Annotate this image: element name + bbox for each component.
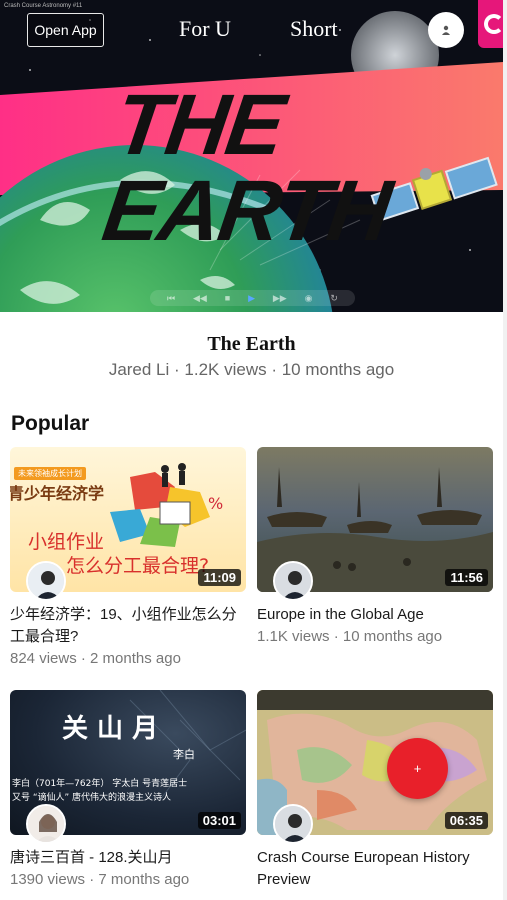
- video-card-meta: 1390 views · 7 months ago: [10, 871, 190, 888]
- video-card-title[interactable]: Crash Course European History Preview: [257, 847, 493, 891]
- author-avatar[interactable]: [26, 804, 66, 844]
- volume-icon[interactable]: ◉: [305, 293, 313, 304]
- video-duration: 06:35: [444, 812, 488, 829]
- author-avatar[interactable]: [273, 804, 313, 844]
- person-avatar-icon: [28, 563, 64, 599]
- top-navigation: Open App For U Short: [0, 0, 503, 60]
- tab-short[interactable]: Short: [290, 16, 338, 42]
- tab-for-u[interactable]: For U: [179, 16, 231, 42]
- video-duration: 11:56: [445, 569, 488, 586]
- thumbnail-heading: 青少年经济学: [10, 484, 105, 503]
- forward-icon[interactable]: ▶▶: [273, 293, 287, 304]
- stop-icon[interactable]: ■: [225, 293, 230, 303]
- video-card-meta: 1.1K views · 10 months ago: [257, 628, 443, 645]
- person-avatar-icon: [28, 806, 64, 842]
- player-controls: ⏮ ◀◀ ■ ▶ ▶▶ ◉ ↻: [150, 290, 355, 306]
- video-card[interactable]: 11:56 Europe in the Global Age 1.1K view…: [257, 447, 493, 648]
- video-card[interactable]: 06:35 Crash Course European History Prev…: [257, 690, 493, 891]
- person-avatar-icon: [275, 806, 311, 842]
- video-meta: Jared Li · 1.2K views · 10 months ago: [108, 360, 395, 379]
- video-title: The Earth: [207, 333, 296, 355]
- video-card-meta: 824 views · 2 months ago: [10, 650, 181, 667]
- video-duration: 03:01: [197, 812, 241, 829]
- floating-action-button[interactable]: +: [387, 738, 448, 799]
- person-avatar-icon: [275, 563, 311, 599]
- video-card-title[interactable]: 唐诗三百首 - 128.关山月: [10, 847, 246, 869]
- hero-title-text: THE EARTH: [97, 77, 396, 259]
- thumbnail-author: 李白: [173, 748, 195, 761]
- section-title-popular: Popular: [11, 412, 90, 435]
- video-card-title[interactable]: Europe in the Global Age: [257, 604, 493, 626]
- svg-text:%: %: [208, 494, 223, 513]
- thumbnail-line-2: 怎么分工最合理?: [66, 555, 210, 577]
- video-card-title[interactable]: 少年经济学：19、小组作业怎么分工最合理?: [10, 604, 246, 648]
- thumbnail-line-1: 小组作业: [28, 531, 105, 553]
- rewind-icon[interactable]: ◀◀: [193, 293, 207, 304]
- brand-logo[interactable]: [478, 0, 503, 48]
- author-avatar[interactable]: [273, 561, 313, 601]
- plus-icon: +: [413, 761, 422, 776]
- thumbnail-line-1: 李白（701年—762年） 字太白 号青莲居士: [12, 779, 188, 789]
- video-card[interactable]: % 未来领袖成长计划 青少年经济学 小组作业 怎么分工最合理? 11:09 少年…: [10, 447, 246, 670]
- video-duration: 11:09: [198, 569, 241, 586]
- refresh-icon[interactable]: ↻: [330, 293, 338, 304]
- thumbnail-line-2: 又号 “谪仙人” 唐代伟大的浪漫主义诗人: [12, 793, 172, 803]
- scrollbar[interactable]: [503, 0, 507, 900]
- thumbnail-tag: 未来领袖成长计划: [14, 467, 86, 480]
- video-card[interactable]: 关 山 月 李白 李白（701年—762年） 字太白 号青莲居士 又号 “谪仙人…: [10, 690, 246, 891]
- hero-video-player[interactable]: Crash Course Astronomy #11 THE EARTH Ope…: [0, 0, 503, 312]
- author-avatar[interactable]: [26, 561, 66, 601]
- play-icon[interactable]: ▶: [248, 293, 255, 304]
- account-avatar-button[interactable]: [428, 12, 464, 48]
- thumbnail-heading: 关 山 月: [62, 714, 159, 744]
- open-app-button[interactable]: Open App: [27, 13, 104, 47]
- brand-logo-icon: [484, 14, 503, 34]
- user-icon: [442, 25, 450, 35]
- previous-icon[interactable]: ⏮: [167, 293, 175, 304]
